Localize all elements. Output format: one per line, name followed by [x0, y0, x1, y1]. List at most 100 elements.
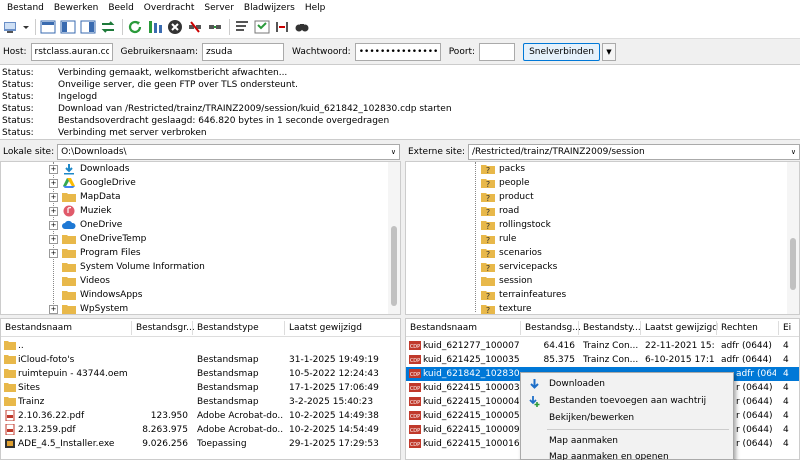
file-row[interactable]: 2.10.36.22.pdf 123.950 Adobe Acrobat-do.…	[1, 409, 400, 423]
expand-icon[interactable]: +	[49, 206, 58, 216]
tree-node-texture[interactable]: ? texture	[481, 302, 532, 314]
column-separator[interactable]	[640, 321, 641, 335]
menu-help[interactable]: Help	[300, 0, 331, 16]
sync-browse-icon[interactable]	[273, 18, 291, 36]
remote-file-row[interactable]: CDP kuid_621277_100007.c... 64.416 Train…	[406, 339, 799, 353]
menu-bestand[interactable]: Bestand	[2, 0, 49, 16]
expand-icon[interactable]: +	[49, 234, 58, 244]
column-header-filename[interactable]: Bestandsnaam	[5, 322, 72, 334]
quickconnect-button[interactable]: Snelverbinden	[523, 42, 600, 61]
menu-beeld[interactable]: Beeld	[103, 0, 138, 16]
chevron-down-icon[interactable]: ∨	[791, 145, 796, 159]
menu-server[interactable]: Server	[199, 0, 239, 16]
file-row[interactable]: Trainz Bestandsmap 3-2-2025 15:40:23	[1, 395, 400, 409]
column-separator[interactable]	[578, 321, 579, 335]
toggle-remote-tree-icon[interactable]	[79, 18, 97, 36]
file-row[interactable]: ruimtepuin - 43744.oem Bestandsmap 10-5-…	[1, 367, 400, 381]
remote-file-row[interactable]: CDP kuid_621425_100035.c... 85.375 Train…	[406, 353, 799, 367]
local-path-input[interactable]: O:\Downloads\ ∨	[57, 144, 400, 160]
find-icon[interactable]	[293, 18, 311, 36]
tree-node-session[interactable]: session	[481, 274, 532, 288]
port-input[interactable]	[479, 42, 516, 61]
dropdown-icon[interactable]	[22, 18, 30, 36]
tree-node-mapdata[interactable]: + MapData	[49, 190, 120, 204]
column-header-filesize[interactable]: Bestandsg...	[525, 322, 581, 334]
scrollbar-thumb[interactable]	[790, 238, 796, 290]
tree-node-windowsapps[interactable]: WindowsApps	[62, 288, 142, 302]
expand-icon[interactable]: +	[49, 220, 58, 230]
local-tree-scrollbar[interactable]	[388, 162, 400, 314]
expand-icon[interactable]: +	[49, 178, 58, 188]
file-row[interactable]: ADE_4.5_Installer.exe 9.026.256 Toepassi…	[1, 437, 400, 451]
tree-node-videos[interactable]: Videos	[62, 274, 110, 288]
scrollbar-thumb[interactable]	[391, 226, 397, 306]
toggle-queue-icon[interactable]	[99, 18, 117, 36]
expand-icon[interactable]: +	[49, 192, 58, 202]
disconnect-icon[interactable]	[186, 18, 204, 36]
column-header-filename[interactable]: Bestandsnaam	[410, 322, 477, 334]
menu-bewerken[interactable]: Bewerken	[49, 0, 103, 16]
column-header-permissions[interactable]: Rechten	[721, 322, 758, 334]
tree-node-people[interactable]: ? people	[481, 176, 530, 190]
menu-item-add-to-queue[interactable]: Bestanden toevoegen aan wachtrij	[521, 393, 733, 409]
tree-node-wpsystem[interactable]: + WpSystem	[49, 302, 128, 314]
column-separator[interactable]	[778, 321, 779, 335]
tree-node-rule[interactable]: ? rule	[481, 232, 516, 246]
column-header-modified[interactable]: Laatst gewijzigd	[289, 322, 362, 334]
tree-node-rollingstock[interactable]: ? rollingstock	[481, 218, 551, 232]
process-queue-icon[interactable]	[146, 18, 164, 36]
chevron-down-icon[interactable]: ∨	[391, 145, 396, 159]
tree-node-downloads[interactable]: + Downloads	[49, 162, 129, 176]
tree-node-onedrivetemp[interactable]: + OneDriveTemp	[49, 232, 146, 246]
menu-bladwijzers[interactable]: Bladwijzers	[239, 0, 300, 16]
column-separator[interactable]	[192, 321, 193, 335]
refresh-icon[interactable]	[126, 18, 144, 36]
column-header-owner[interactable]: Ei	[783, 322, 791, 334]
tree-node-road[interactable]: ? road	[481, 204, 519, 218]
tree-node-packs[interactable]: ? packs	[481, 162, 525, 176]
tree-node-scenarios[interactable]: ? scenarios	[481, 246, 542, 260]
menu-item-download[interactable]: Downloaden	[521, 376, 733, 392]
remote-tree-scrollbar[interactable]	[787, 162, 799, 314]
file-row[interactable]: 2.13.259.pdf 8.263.975 Adobe Acrobat-do.…	[1, 423, 400, 437]
tree-node-muziek[interactable]: + Muziek	[49, 204, 111, 218]
column-separator[interactable]	[716, 321, 717, 335]
file-row[interactable]: Sites Bestandsmap 17-1-2025 17:06:49	[1, 381, 400, 395]
host-input[interactable]	[30, 42, 113, 61]
toggle-local-tree-icon[interactable]	[59, 18, 77, 36]
column-header-filetype[interactable]: Bestandsty...	[583, 322, 641, 334]
tree-node-product[interactable]: ? product	[481, 190, 534, 204]
remote-path-input[interactable]: /Restricted/trainz/TRAINZ2009/session ∨	[468, 144, 800, 160]
column-header-modified[interactable]: Laatst gewijzigd	[645, 322, 718, 334]
file-row[interactable]: iCloud-foto's Bestandsmap 31-1-2025 19:4…	[1, 353, 400, 367]
menu-item-create-directory-and-open[interactable]: Map aanmaken en openen	[521, 449, 733, 460]
cancel-icon[interactable]	[166, 18, 184, 36]
svg-text:CDP: CDP	[410, 344, 420, 350]
expand-icon[interactable]: +	[49, 164, 58, 174]
quickconnect-dropdown-button[interactable]: ▼	[601, 42, 616, 61]
column-header-filesize[interactable]: Bestandsgr...	[136, 322, 195, 334]
menu-overdracht[interactable]: Overdracht	[139, 0, 200, 16]
toggle-log-icon[interactable]	[39, 18, 57, 36]
expand-icon[interactable]: +	[49, 304, 58, 314]
filter-icon[interactable]	[233, 18, 251, 36]
username-input[interactable]	[202, 42, 285, 61]
column-separator[interactable]	[284, 321, 285, 335]
column-separator[interactable]	[520, 321, 521, 335]
compare-icon[interactable]	[253, 18, 271, 36]
tree-node-servicepacks[interactable]: ? servicepacks	[481, 260, 557, 274]
tree-node-system-volume-information[interactable]: System Volume Information	[62, 260, 205, 274]
tree-node-onedrive[interactable]: + OneDrive	[49, 218, 122, 232]
column-header-filetype[interactable]: Bestandstype	[197, 322, 259, 334]
menu-item-create-directory[interactable]: Map aanmaken	[521, 433, 733, 449]
expand-icon[interactable]: +	[49, 248, 58, 258]
password-input[interactable]	[354, 42, 441, 61]
menu-item-view-edit[interactable]: Bekijken/bewerken	[521, 410, 733, 426]
reconnect-icon[interactable]	[206, 18, 224, 36]
tree-node-terrainfeatures[interactable]: ? terrainfeatures	[481, 288, 566, 302]
file-row-parent[interactable]: ..	[1, 339, 400, 353]
column-separator[interactable]	[131, 321, 132, 335]
tree-node-googledrive[interactable]: + GoogleDrive	[49, 176, 136, 190]
tree-node-program-files[interactable]: + Program Files	[49, 246, 141, 260]
site-manager-icon[interactable]	[2, 18, 20, 36]
